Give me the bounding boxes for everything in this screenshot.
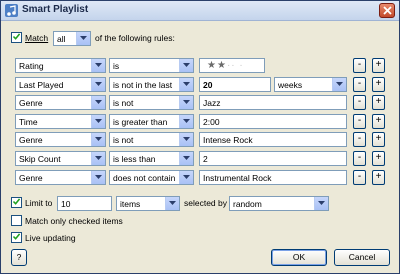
rule-operator-dropdown[interactable]: is greater than (109, 114, 194, 129)
live-updating-checkbox[interactable] (11, 232, 22, 243)
remove-rule-button[interactable]: - (353, 58, 366, 73)
remove-rule-button[interactable]: - (353, 151, 366, 166)
rule-field-dropdown[interactable]: Time (15, 114, 106, 129)
add-rule-button[interactable]: + (372, 170, 385, 185)
close-button[interactable] (379, 3, 395, 18)
chevron-down-icon (314, 197, 328, 210)
rule-operator-dropdown[interactable]: is not (109, 132, 194, 147)
limit-label: Limit to (25, 198, 53, 208)
rule-operator-dropdown[interactable]: is not (109, 95, 194, 110)
rule-field-dropdown[interactable]: Skip Count (15, 151, 106, 166)
rule-operator-dropdown[interactable]: does not contain (109, 170, 194, 185)
remove-rule-button[interactable]: - (353, 114, 366, 129)
add-rule-button[interactable]: + (372, 151, 385, 166)
rule-value-input[interactable]: Intense Rock (199, 132, 347, 147)
rule-value-input[interactable]: Jazz (199, 95, 347, 110)
rule-field-dropdown[interactable]: Rating (15, 58, 106, 73)
checkmark-icon (13, 198, 20, 205)
checkmark-icon (13, 33, 20, 40)
title-bar[interactable]: Smart Playlist (1, 1, 399, 21)
rating-input[interactable]: ★★·· · (199, 58, 265, 73)
chevron-down-icon (91, 78, 105, 91)
rule-field-dropdown[interactable]: Genre (15, 95, 106, 110)
chevron-down-icon (179, 152, 193, 165)
rule-field-dropdown[interactable]: Last Played (15, 77, 106, 92)
chevron-down-icon (179, 78, 193, 91)
rule-field-dropdown[interactable]: Genre (15, 132, 106, 147)
rating-stars: ★★·· · (207, 60, 244, 71)
match-checked-checkbox[interactable] (11, 215, 22, 226)
limit-checkbox[interactable] (11, 197, 22, 208)
add-rule-button[interactable]: + (372, 114, 385, 129)
match-label: Match (25, 33, 49, 43)
chevron-down-icon (332, 78, 346, 91)
rule-value-input[interactable]: 2 (199, 151, 347, 166)
help-button[interactable]: ? (11, 249, 27, 266)
rule-operator-dropdown[interactable]: is less than (109, 151, 194, 166)
rule-value-input[interactable]: 2:00 (199, 114, 347, 129)
chevron-down-icon (91, 115, 105, 128)
remove-rule-button[interactable]: - (353, 132, 366, 147)
remove-rule-button[interactable]: - (353, 170, 366, 185)
selected-by-label: selected by (184, 198, 227, 208)
cancel-button[interactable]: Cancel (334, 249, 390, 266)
chevron-down-icon (179, 171, 193, 184)
add-rule-button[interactable]: + (372, 77, 385, 92)
match-checkbox[interactable] (11, 32, 22, 43)
add-rule-button[interactable]: + (372, 132, 385, 147)
chevron-down-icon (91, 59, 105, 72)
chevron-down-icon (91, 96, 105, 109)
chevron-down-icon (179, 59, 193, 72)
dialog-title: Smart Playlist (22, 4, 89, 15)
chevron-down-icon (179, 133, 193, 146)
chevron-down-icon (91, 133, 105, 146)
chevron-down-icon (91, 171, 105, 184)
add-rule-button[interactable]: + (372, 58, 385, 73)
rule-operator-dropdown[interactable]: is not in the last (109, 77, 194, 92)
add-rule-button[interactable]: + (372, 95, 385, 110)
rule-operator-dropdown[interactable]: is (109, 58, 194, 73)
close-icon (382, 6, 392, 15)
ok-button[interactable]: OK (271, 249, 327, 266)
remove-rule-button[interactable]: - (353, 95, 366, 110)
rule-value-input[interactable]: Instrumental Rock (199, 170, 347, 185)
chevron-down-icon (91, 152, 105, 165)
selected-by-dropdown[interactable]: random (229, 196, 329, 211)
rule-field-dropdown[interactable]: Genre (15, 170, 106, 185)
match-mode-dropdown[interactable]: all (53, 31, 91, 46)
chevron-down-icon (179, 115, 193, 128)
checkmark-icon (13, 233, 20, 240)
live-updating-label: Live updating (25, 233, 76, 243)
match-suffix-label: of the following rules: (95, 33, 175, 43)
smart-playlist-dialog: Smart Playlist Match all of the followin… (0, 0, 400, 274)
remove-rule-button[interactable]: - (353, 77, 366, 92)
limit-value-input[interactable]: 10 (57, 196, 112, 211)
match-checked-label: Match only checked items (25, 216, 123, 226)
rule-unit-dropdown[interactable]: weeks (274, 77, 347, 92)
rule-value-input[interactable]: 20 (199, 77, 271, 92)
music-note-icon (5, 4, 18, 17)
chevron-down-icon (165, 197, 179, 210)
chevron-down-icon (76, 32, 90, 45)
chevron-down-icon (179, 96, 193, 109)
limit-unit-dropdown[interactable]: items (116, 196, 180, 211)
